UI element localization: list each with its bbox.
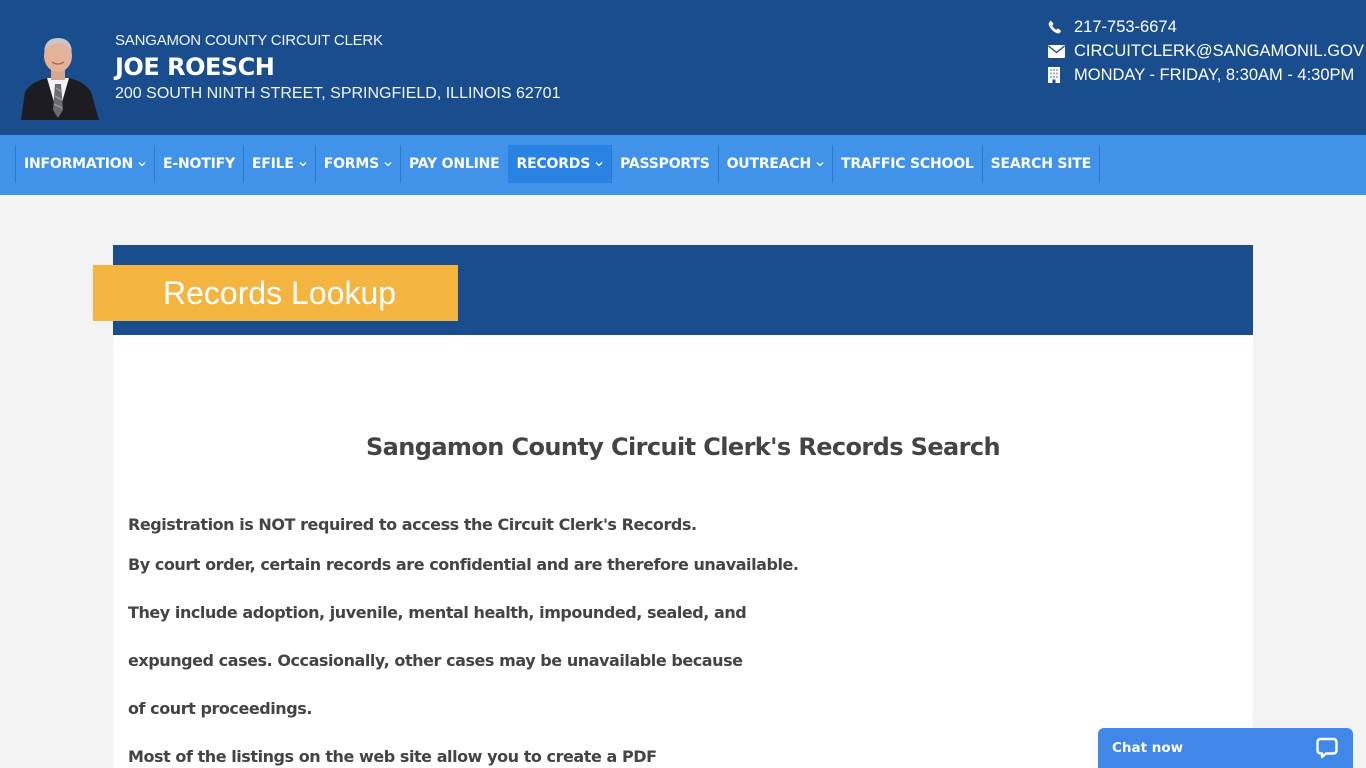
- nav-item-outreach[interactable]: OUTREACH: [717, 145, 832, 183]
- main-nav: INFORMATION E-NOTIFY EFILE FORMS PAY ONLINE R…: [0, 135, 1366, 195]
- paragraph: of court proceedings.: [128, 699, 312, 718]
- records-search-heading: Sangamon County Circuit Clerk's Records …: [365, 433, 1001, 461]
- nav-menu: INFORMATION E-NOTIFY EFILE FORMS PAY ONLINE R…: [15, 145, 1100, 183]
- nav-item-efile[interactable]: EFILE: [242, 145, 315, 183]
- nav-item-pay-online[interactable]: PAY ONLINE: [399, 145, 508, 183]
- contact-email[interactable]: CIRCUITCLERK@SANGAMONIL.GOV: [1048, 39, 1364, 63]
- paragraph: By court order, certain records are conf…: [128, 555, 799, 574]
- nav-item-information[interactable]: INFORMATION: [15, 145, 154, 183]
- clerk-portrait: [17, 30, 99, 120]
- nav-item-label: TRAFFIC SCHOOL: [841, 156, 974, 172]
- office-title: SANGAMON COUNTY CIRCUIT CLERK: [115, 32, 383, 49]
- phone-icon: [1048, 20, 1074, 34]
- nav-item-forms[interactable]: FORMS: [314, 145, 400, 183]
- nav-item-label: PAY ONLINE: [408, 156, 500, 172]
- contact-info: 217-753-6674 CIRCUITCLERK@SANGAMONIL.GOV…: [1048, 15, 1364, 87]
- site-header: SANGAMON COUNTY CIRCUIT CLERK JOE ROESCH…: [0, 0, 1366, 135]
- paragraph: They include adoption, juvenile, mental …: [128, 603, 747, 622]
- office-hours: MONDAY - FRIDAY, 8:30AM - 4:30PM: [1074, 65, 1355, 84]
- nav-item-label: OUTREACH: [726, 156, 812, 172]
- chat-label: Chat now: [1112, 740, 1184, 756]
- building-icon: [1048, 67, 1074, 83]
- clerk-name[interactable]: JOE ROESCH: [115, 52, 560, 82]
- paragraph: Most of the listings on the web site all…: [128, 747, 657, 766]
- chevron-down-icon: [384, 161, 392, 167]
- nav-item-label: FORMS: [323, 156, 379, 172]
- phone-number: 217-753-6674: [1074, 17, 1177, 36]
- envelope-icon: [1048, 44, 1074, 58]
- clerk-brand: SANGAMON COUNTY CIRCUIT CLERK JOE ROESCH…: [115, 31, 560, 105]
- nav-item-passports[interactable]: PASSPORTS: [611, 145, 718, 183]
- chevron-down-icon: [299, 161, 307, 167]
- nav-item-traffic-school[interactable]: TRAFFIC SCHOOL: [832, 145, 982, 183]
- chevron-down-icon: [595, 161, 603, 167]
- nav-item-search-site[interactable]: SEARCH SITE: [981, 145, 1100, 183]
- page-title: Records Lookup: [93, 265, 458, 321]
- email-address: CIRCUITCLERK@SANGAMONIL.GOV: [1074, 41, 1364, 60]
- chevron-down-icon: [816, 161, 824, 167]
- nav-item-records[interactable]: RECORDS: [507, 145, 612, 183]
- chevron-down-icon: [138, 161, 146, 167]
- contact-hours: MONDAY - FRIDAY, 8:30AM - 4:30PM: [1048, 63, 1364, 87]
- nav-item-label: E-NOTIFY: [163, 156, 235, 172]
- paragraph: Registration is NOT required to access t…: [128, 515, 697, 534]
- office-address: 200 SOUTH NINTH STREET, SPRINGFIELD, ILL…: [115, 85, 561, 102]
- nav-item-label: EFILE: [251, 156, 294, 172]
- nav-item-label: RECORDS: [516, 156, 591, 172]
- content-area: Sangamon County Circuit Clerk's Records …: [113, 335, 1253, 768]
- paragraph: expunged cases. Occasionally, other case…: [128, 651, 743, 670]
- contact-phone[interactable]: 217-753-6674: [1048, 15, 1364, 39]
- nav-item-label: INFORMATION: [24, 156, 134, 172]
- nav-item-label: PASSPORTS: [620, 156, 710, 172]
- chat-bubble-icon: [1315, 736, 1339, 760]
- chat-now-button[interactable]: Chat now: [1098, 728, 1353, 768]
- nav-item-label: SEARCH SITE: [990, 156, 1092, 172]
- nav-item-e-notify[interactable]: E-NOTIFY: [154, 145, 243, 183]
